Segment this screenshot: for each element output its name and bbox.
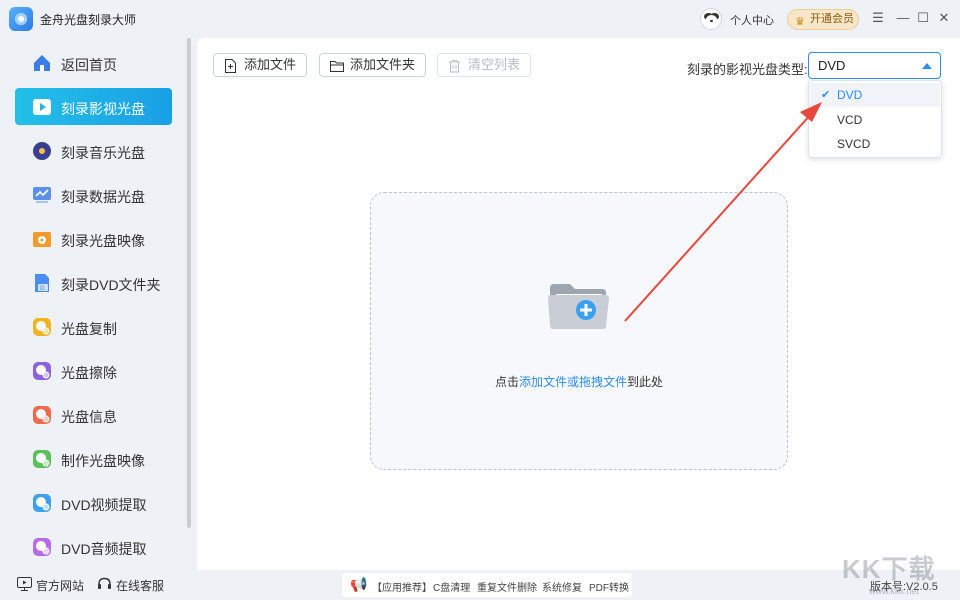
dropdown-option-svcd[interactable]: SVCD: [810, 132, 940, 156]
disc-type-value: DVD: [818, 58, 846, 73]
sidebar-scrollbar[interactable]: [187, 38, 191, 528]
monitor-icon: [17, 577, 32, 591]
megaphone-icon: 📢: [350, 576, 368, 592]
dropdown-option-vcd[interactable]: VCD: [810, 108, 940, 132]
sidebar: 返回首页 刻录影视光盘 刻录音乐光盘 刻录数据光盘 刻录光盘映像 D 刻录DVD…: [0, 38, 197, 570]
dvd-folder-icon: D: [32, 273, 52, 293]
recommend-title: 【应用推荐】: [372, 583, 432, 594]
user-avatar-icon[interactable]: [700, 8, 722, 30]
add-folder-button[interactable]: 添加文件夹: [319, 53, 427, 77]
official-website-link[interactable]: 官方网站: [17, 577, 85, 594]
trash-icon: [448, 58, 461, 73]
menu-icon[interactable]: ☰: [870, 10, 886, 26]
disc-type-select[interactable]: DVD: [808, 52, 941, 79]
recommend-pdf-convert[interactable]: PDF转换: [589, 579, 629, 594]
sidebar-item-label: 光盘复制: [61, 321, 117, 337]
recommend-duplicate-delete[interactable]: 重复文件删除: [477, 579, 537, 594]
personal-center-link[interactable]: 个人中心: [730, 12, 774, 28]
sidebar-item-label: DVD音频提取: [61, 541, 147, 557]
make-image-icon: [32, 449, 52, 469]
dropdown-option-dvd[interactable]: ✔ DVD: [810, 83, 940, 107]
recommend-system-repair[interactable]: 系统修复: [542, 579, 582, 594]
title-bar: 金舟光盘刻录大师 个人中心 ♛ 开通会员 ☰ — ☐ ✕: [0, 0, 960, 38]
sidebar-item-dvd-video-extract[interactable]: DVD视频提取: [15, 484, 172, 521]
maximize-icon[interactable]: ☐: [915, 10, 931, 26]
disc-type-dropdown: ✔ DVD VCD SVCD: [808, 80, 942, 158]
sidebar-item-burn-disc-image[interactable]: 刻录光盘映像: [15, 220, 172, 257]
app-recommend-bar: 📢 【应用推荐】 C盘清理 重复文件删除 系统修复 PDF转换: [342, 573, 632, 597]
sidebar-item-label: 刻录光盘映像: [61, 233, 145, 249]
main-panel: 添加文件 添加文件夹 清空列表 刻录的影视光盘类型: DVD ✔ DVD VCD…: [197, 38, 960, 570]
drop-hint-suffix: 到此处: [627, 375, 664, 389]
sidebar-item-label: 刻录影视光盘: [61, 101, 145, 117]
crown-icon: ♛: [795, 16, 805, 28]
sidebar-item-label: DVD视频提取: [61, 497, 147, 513]
footer-bar: 官方网站 在线客服 📢 【应用推荐】 C盘清理 重复文件删除 系统修复 PDF转…: [0, 570, 960, 600]
sidebar-item-disc-info[interactable]: 光盘信息: [15, 396, 172, 433]
svg-text:D: D: [40, 285, 45, 292]
app-logo-icon: [9, 7, 33, 31]
sidebar-item-dvd-audio-extract[interactable]: DVD音频提取: [15, 528, 172, 565]
dvd-audio-extract-icon: [32, 537, 52, 557]
disc-type-label: 刻录的影视光盘类型:: [687, 62, 808, 77]
app-title: 金舟光盘刻录大师: [40, 13, 137, 27]
disc-info-icon: [32, 405, 52, 425]
add-folder-icon: [546, 278, 616, 332]
sidebar-item-disc-erase[interactable]: 光盘擦除: [15, 352, 172, 389]
add-folder-label: 添加文件夹: [350, 57, 416, 72]
home-icon: [32, 53, 52, 73]
sidebar-item-label: 刻录数据光盘: [61, 189, 145, 205]
watermark-logo: KK下载: [842, 554, 936, 584]
sidebar-item-disc-copy[interactable]: 光盘复制: [15, 308, 172, 345]
data-disc-icon: [32, 185, 52, 205]
sidebar-item-home[interactable]: 返回首页: [15, 44, 172, 81]
sidebar-item-make-disc-image[interactable]: 制作光盘映像: [15, 440, 172, 477]
headset-icon: [97, 577, 112, 591]
disc-erase-icon: [32, 361, 52, 381]
clear-list-button[interactable]: 清空列表: [437, 53, 532, 77]
dvd-video-extract-icon: [32, 493, 52, 513]
sidebar-item-label: 光盘信息: [61, 409, 117, 425]
disc-copy-icon: [32, 317, 52, 337]
disc-image-icon: [32, 229, 52, 249]
video-disc-icon: [32, 97, 52, 117]
sidebar-item-label: 刻录音乐光盘: [61, 145, 145, 161]
official-website-label: 官方网站: [36, 579, 85, 593]
drop-hint-prefix: 点击: [494, 375, 519, 389]
online-support-label: 在线客服: [116, 579, 165, 593]
watermark-url: www.kkx.net: [869, 586, 920, 596]
add-file-button[interactable]: 添加文件: [213, 53, 308, 77]
sidebar-item-label: 刻录DVD文件夹: [61, 277, 161, 293]
minimize-icon[interactable]: —: [895, 10, 911, 26]
recommend-c-drive-clean[interactable]: C盘清理: [433, 579, 470, 594]
dropdown-option-label: VCD: [837, 113, 863, 127]
close-icon[interactable]: ✕: [936, 10, 952, 26]
sidebar-item-burn-dvd-folder[interactable]: D 刻录DVD文件夹: [15, 264, 172, 301]
folder-icon: [330, 58, 344, 72]
sidebar-item-burn-video-disc[interactable]: 刻录影视光盘: [15, 88, 172, 125]
file-drop-zone[interactable]: 点击添加文件或拖拽文件到此处: [370, 192, 788, 470]
caret-up-icon: [922, 63, 932, 69]
sidebar-item-label: 制作光盘映像: [61, 453, 145, 469]
online-support-link[interactable]: 在线客服: [98, 577, 165, 594]
vip-button-label: 开通会员: [810, 13, 854, 25]
dropdown-option-label: SVCD: [837, 137, 871, 151]
clear-list-label: 清空列表: [468, 57, 521, 72]
sidebar-item-label: 返回首页: [61, 57, 117, 73]
dropdown-option-label: DVD: [837, 88, 863, 102]
file-icon: [224, 58, 237, 73]
drop-hint: 点击添加文件或拖拽文件到此处: [371, 373, 787, 390]
music-disc-icon: [32, 141, 52, 161]
add-or-drag-link[interactable]: 添加文件或拖拽文件: [519, 375, 627, 389]
add-file-label: 添加文件: [244, 57, 297, 72]
sidebar-item-burn-music-disc[interactable]: 刻录音乐光盘: [15, 132, 172, 169]
check-icon: ✔: [821, 89, 831, 101]
vip-button[interactable]: ♛ 开通会员: [787, 9, 859, 30]
sidebar-item-burn-data-disc[interactable]: 刻录数据光盘: [15, 176, 172, 213]
sidebar-item-label: 光盘擦除: [61, 365, 117, 381]
